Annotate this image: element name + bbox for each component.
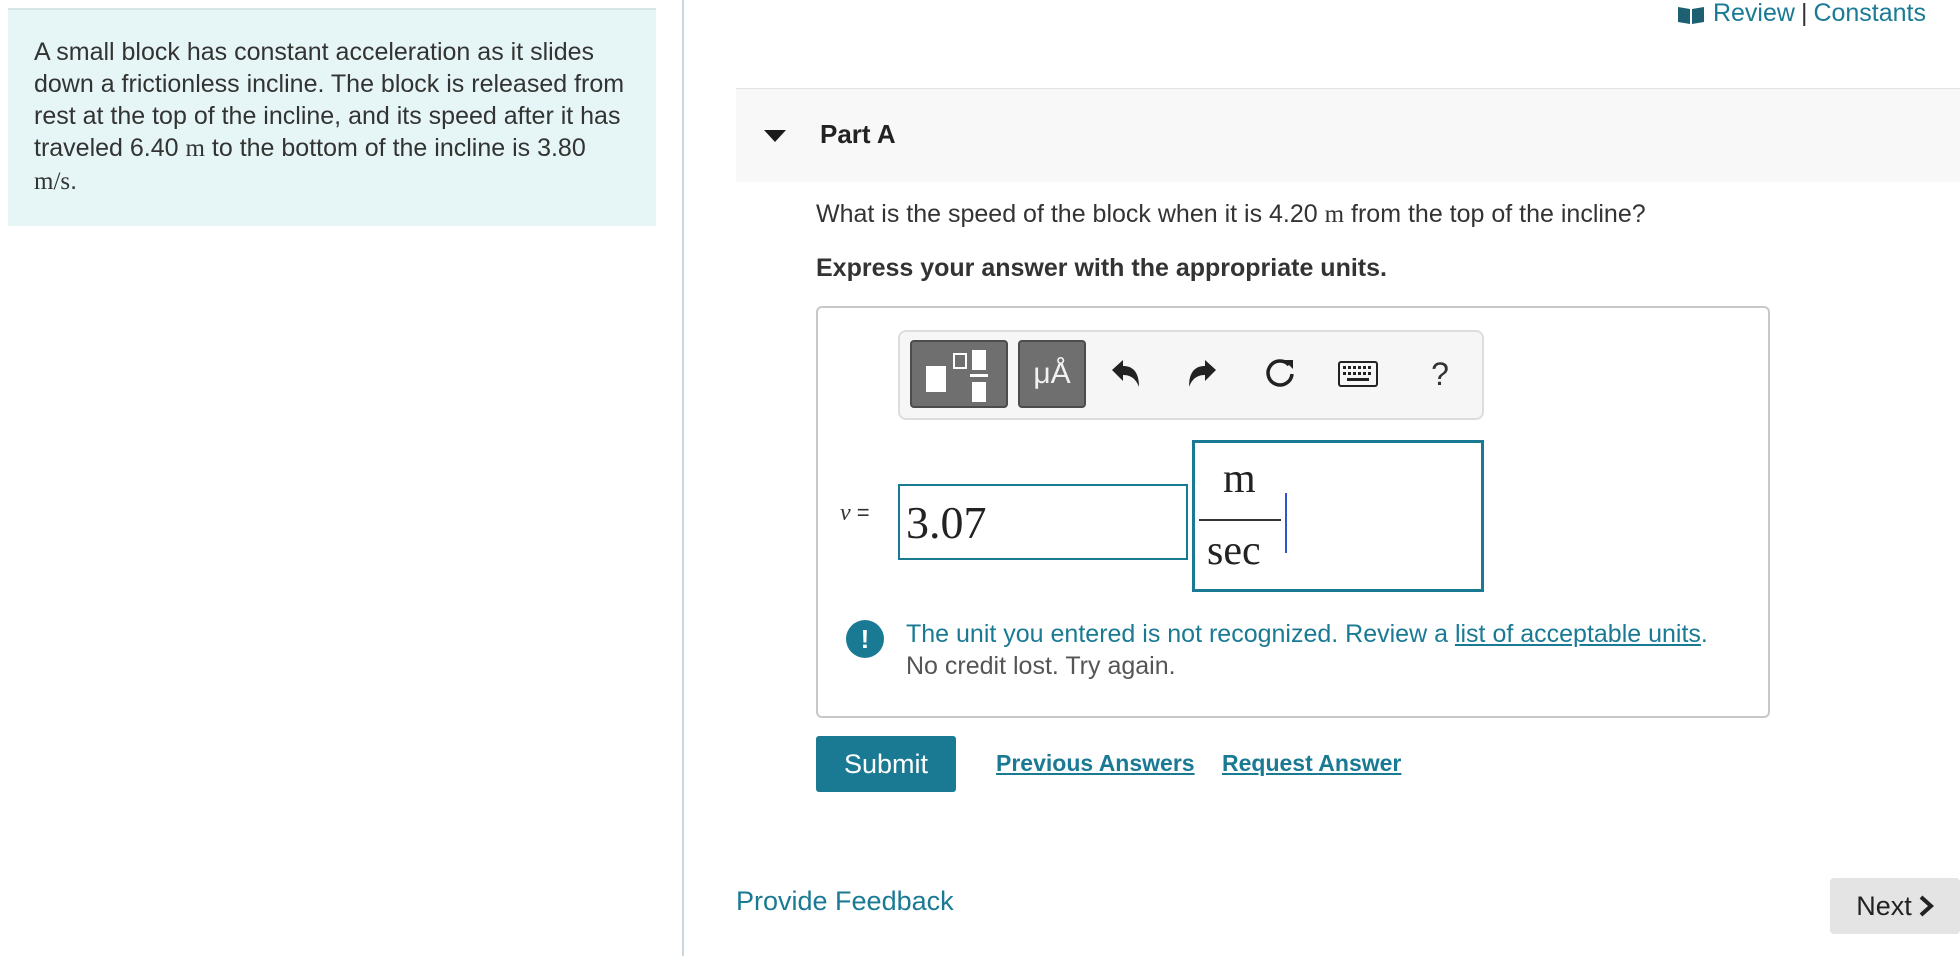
problem-text-2: to the bottom of the incline is 3.80: [204, 134, 586, 162]
undo-icon: [1112, 360, 1139, 387]
next-button[interactable]: Next: [1830, 878, 1960, 934]
variable-symbol: v: [840, 500, 851, 526]
problem-panel: A small block has constant acceleration …: [8, 8, 656, 226]
text-cursor: [1285, 493, 1287, 553]
keyboard-icon: [1338, 361, 1378, 387]
question-text: What is the speed of the block when it i…: [816, 200, 1646, 229]
problem-unit-ms: m/s: [34, 168, 71, 195]
unit-numerator: m: [1223, 456, 1256, 502]
part-header[interactable]: Part A: [736, 88, 1960, 182]
question-unit: m: [1324, 201, 1345, 228]
feedback-subtext: No credit lost. Try again.: [906, 652, 1176, 680]
keyboard-button[interactable]: [1328, 340, 1388, 408]
instructions: Express your answer with the appropriate…: [816, 254, 1387, 282]
answer-value-input[interactable]: 3.07: [898, 484, 1188, 560]
alert-icon: !: [846, 620, 884, 658]
feedback-text: The unit you entered is not recognized. …: [906, 620, 1455, 648]
part-title: Part A: [820, 119, 896, 149]
question-text-2: from the top of the incline?: [1344, 200, 1646, 228]
equals-sign: =: [856, 500, 870, 525]
review-link[interactable]: Review: [1713, 0, 1795, 28]
book-icon: [1677, 3, 1705, 24]
variable-label: v =: [840, 500, 870, 527]
redo-button[interactable]: [1172, 340, 1232, 408]
reset-button[interactable]: [1250, 340, 1310, 408]
chevron-right-icon: [1919, 895, 1934, 917]
constants-link[interactable]: Constants: [1813, 0, 1926, 28]
help-button[interactable]: ?: [1410, 340, 1470, 408]
problem-unit-m: m: [185, 135, 205, 162]
help-icon: ?: [1431, 355, 1449, 392]
answer-value: 3.07: [906, 497, 987, 548]
units-button[interactable]: μÅ: [1018, 340, 1086, 408]
question-text-1: What is the speed of the block when it i…: [816, 200, 1325, 228]
templates-icon: [926, 350, 988, 402]
feedback-period: .: [1700, 620, 1708, 648]
problem-statement: A small block has constant acceleration …: [34, 36, 634, 198]
fraction-bar: [1199, 519, 1281, 521]
problem-text-3: .: [70, 167, 78, 195]
redo-icon: [1189, 360, 1216, 387]
reset-icon: [1266, 359, 1294, 387]
request-answer-link[interactable]: Request Answer: [1222, 750, 1401, 777]
link-separator: |: [1800, 0, 1808, 27]
header-links: Review | Constants: [1677, 0, 1926, 28]
panel-divider[interactable]: [682, 0, 684, 956]
unit-denominator: sec: [1207, 528, 1261, 574]
next-label: Next: [1856, 890, 1912, 921]
caret-down-icon[interactable]: [764, 130, 786, 142]
math-toolbar: μÅ ?: [898, 330, 1484, 420]
previous-answers-link[interactable]: Previous Answers: [996, 750, 1195, 777]
templates-button[interactable]: [910, 340, 1008, 408]
feedback-message: The unit you entered is not recognized. …: [906, 618, 1708, 650]
acceptable-units-link[interactable]: list of acceptable units: [1455, 620, 1701, 648]
submit-button[interactable]: Submit: [816, 736, 956, 792]
undo-button[interactable]: [1096, 340, 1156, 408]
answer-box: μÅ ? v = 3.07 m sec ! The unit you enter…: [816, 306, 1770, 718]
units-icon: μÅ: [1033, 357, 1071, 390]
answer-unit-input[interactable]: m sec: [1192, 440, 1484, 592]
provide-feedback-link[interactable]: Provide Feedback: [736, 886, 954, 917]
